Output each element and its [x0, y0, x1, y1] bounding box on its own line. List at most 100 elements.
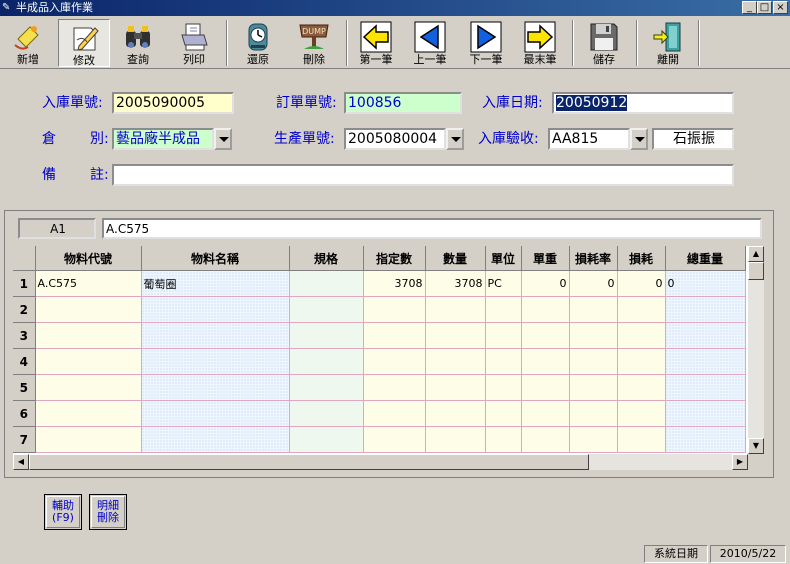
restore-button[interactable]: 還原 — [232, 19, 284, 67]
grid-cell[interactable] — [569, 400, 618, 427]
scroll-up-icon[interactable]: ▲ — [748, 246, 764, 262]
grid-cell[interactable] — [425, 296, 486, 323]
grid-cell[interactable] — [35, 348, 142, 375]
grid-cell[interactable] — [665, 348, 746, 375]
grid-cell[interactable] — [665, 322, 746, 349]
grid-cell[interactable] — [521, 400, 570, 427]
grid-cell[interactable] — [35, 296, 142, 323]
grid-cell[interactable] — [485, 348, 522, 375]
next-record-button[interactable]: 下一筆 — [460, 19, 512, 67]
row-header[interactable]: 4 — [13, 348, 36, 375]
scroll-down-icon[interactable]: ▼ — [748, 438, 764, 454]
column-header[interactable]: 單位 — [485, 246, 522, 271]
row-header[interactable]: 7 — [13, 426, 36, 453]
grid-cell[interactable] — [521, 348, 570, 375]
cell-unit-weight[interactable]: 0 — [521, 270, 570, 297]
grid-cell[interactable] — [363, 322, 426, 349]
grid-cell[interactable] — [289, 348, 364, 375]
new-button[interactable]: 新增 — [2, 19, 54, 67]
grid-cell[interactable] — [141, 400, 290, 427]
first-record-button[interactable]: 第一筆 — [350, 19, 402, 67]
cell-unit[interactable]: PC — [485, 270, 522, 297]
grid-cell[interactable] — [485, 374, 522, 401]
row-header[interactable]: 2 — [13, 296, 36, 323]
scroll-left-icon[interactable]: ◀ — [13, 454, 29, 470]
cell-spec[interactable] — [289, 270, 364, 297]
grid-cell[interactable] — [141, 296, 290, 323]
grid-cell[interactable] — [569, 296, 618, 323]
grid-cell[interactable] — [665, 426, 746, 453]
column-header[interactable]: 指定數 — [363, 246, 426, 271]
grid-cell[interactable] — [141, 374, 290, 401]
grid-cell[interactable] — [425, 348, 486, 375]
grid-cell[interactable] — [35, 426, 142, 453]
row-header[interactable]: 5 — [13, 374, 36, 401]
save-button[interactable]: 儲存 — [578, 19, 630, 67]
warehouse-combo[interactable]: 藝品廠半成品 — [112, 128, 214, 150]
grid-cell[interactable] — [363, 400, 426, 427]
grid-cell[interactable] — [521, 296, 570, 323]
inspector-dropdown-button[interactable] — [630, 128, 648, 150]
corner-header[interactable] — [13, 246, 36, 271]
grid-cell[interactable] — [289, 322, 364, 349]
query-button[interactable]: 查詢 — [112, 19, 164, 67]
exit-button[interactable]: 離開 — [642, 19, 694, 67]
cell-loss[interactable]: 0 — [617, 270, 666, 297]
grid-cell[interactable] — [425, 400, 486, 427]
grid-cell[interactable] — [569, 426, 618, 453]
grid-cell[interactable] — [289, 296, 364, 323]
grid-cell[interactable] — [665, 296, 746, 323]
cell-material-code[interactable]: A.C575 — [35, 270, 142, 297]
grid-cell[interactable] — [521, 426, 570, 453]
vertical-scrollbar[interactable]: ▲ ▼ — [748, 246, 764, 454]
cell-material-name[interactable]: 葡萄圈 — [141, 270, 290, 297]
grid-cell[interactable] — [665, 400, 746, 427]
column-header[interactable]: 總重量 — [665, 246, 746, 271]
cell-loss-rate[interactable]: 0 — [569, 270, 618, 297]
grid-cell[interactable] — [617, 296, 666, 323]
production-no-combo[interactable]: 2005080004 — [344, 128, 446, 150]
grid-cell[interactable] — [665, 374, 746, 401]
row-header[interactable]: 6 — [13, 400, 36, 427]
horizontal-scroll-thumb[interactable] — [29, 454, 589, 470]
close-button[interactable]: × — [773, 1, 788, 14]
grid-cell[interactable] — [141, 426, 290, 453]
column-header[interactable]: 物料代號 — [35, 246, 142, 271]
grid-cell[interactable] — [485, 322, 522, 349]
grid-cell[interactable] — [425, 322, 486, 349]
grid-cell[interactable] — [35, 400, 142, 427]
previous-record-button[interactable]: 上一筆 — [404, 19, 456, 67]
remark-field[interactable] — [112, 164, 734, 186]
delete-detail-button[interactable]: 明細 刪除 — [89, 494, 127, 530]
scroll-right-icon[interactable]: ▶ — [732, 454, 748, 470]
grid-cell[interactable] — [35, 322, 142, 349]
column-header[interactable]: 損耗率 — [569, 246, 618, 271]
grid-cell[interactable] — [521, 322, 570, 349]
edit-button[interactable]: 修改 — [58, 19, 110, 67]
cell-quantity[interactable]: 3708 — [425, 270, 486, 297]
order-no-field[interactable]: 100856 — [344, 92, 462, 114]
grid-cell[interactable] — [521, 374, 570, 401]
cell-value-editor[interactable]: A.C575 — [102, 218, 762, 239]
grid-cell[interactable] — [289, 374, 364, 401]
grid-cell[interactable] — [141, 322, 290, 349]
grid-cell[interactable] — [363, 374, 426, 401]
maximize-button[interactable]: □ — [757, 1, 772, 14]
horizontal-scrollbar[interactable]: ◀ ▶ — [13, 454, 748, 470]
grid-cell[interactable] — [617, 322, 666, 349]
receipt-date-field[interactable]: 20050912 — [552, 92, 734, 114]
inspector-code-combo[interactable]: AA815 — [548, 128, 630, 150]
cell-total-weight[interactable]: 0 — [665, 270, 746, 297]
cell-assigned-qty[interactable]: 3708 — [363, 270, 426, 297]
column-header[interactable]: 單重 — [521, 246, 570, 271]
column-header[interactable]: 損耗 — [617, 246, 666, 271]
grid-cell[interactable] — [425, 374, 486, 401]
grid-cell[interactable] — [485, 400, 522, 427]
grid-cell[interactable] — [617, 426, 666, 453]
column-header[interactable]: 規格 — [289, 246, 364, 271]
delete-button[interactable]: DUMP 刪除 — [288, 19, 340, 67]
grid-cell[interactable] — [363, 296, 426, 323]
grid-cell[interactable] — [485, 426, 522, 453]
assist-button[interactable]: 輔助 (F9) — [44, 494, 82, 530]
receipt-no-field[interactable]: 2005090005 — [112, 92, 234, 114]
